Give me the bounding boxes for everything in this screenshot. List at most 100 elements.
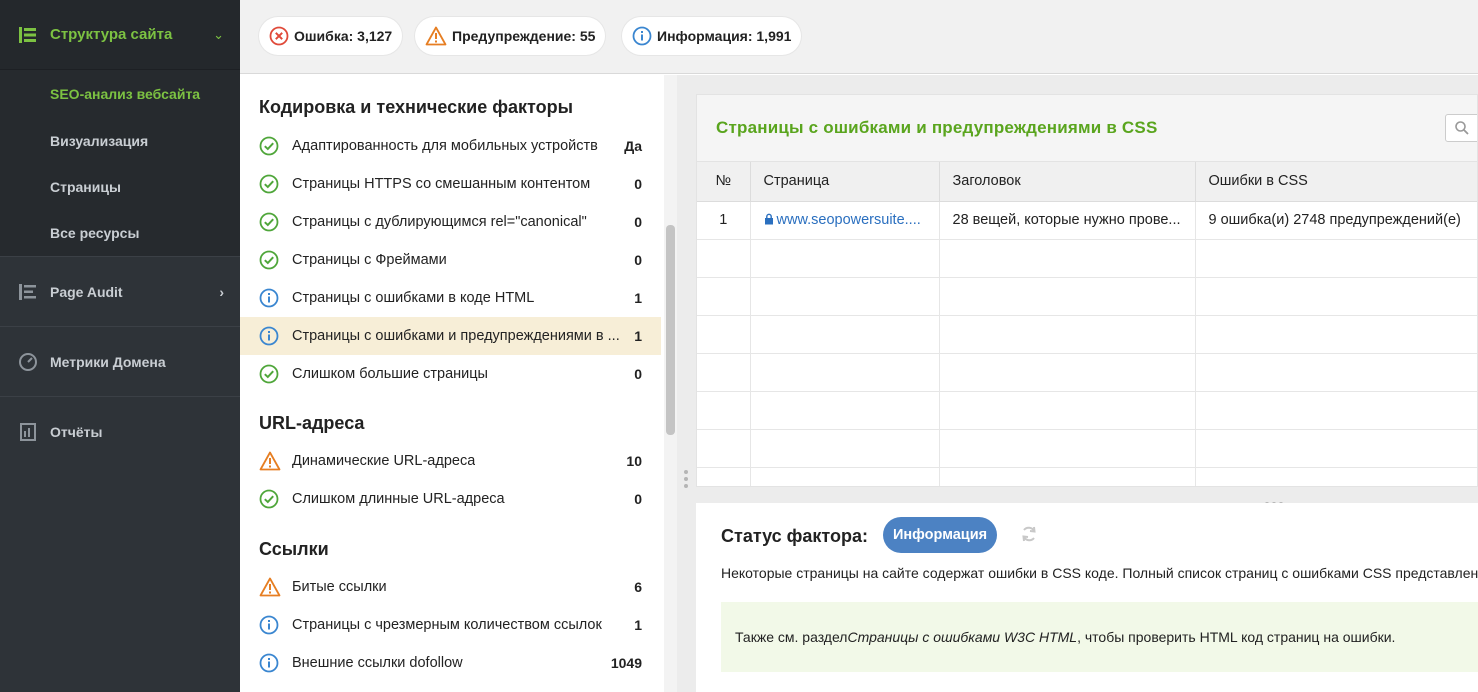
factor-row[interactable]: Внешние ссылки dofollow 1049 [240,644,661,682]
factor-row[interactable]: Динамические URL-адреса 10 [240,442,661,480]
check-circle-icon [259,250,279,273]
sidebar-section-label: Метрики Домена [50,353,166,370]
table-row-empty [697,239,1477,278]
warning-icon [425,26,447,46]
chevron-down-icon[interactable]: ⌄ [213,27,224,43]
factor-row[interactable]: Битые ссылки 6 [240,568,661,606]
table-search-button[interactable] [1445,114,1477,142]
check-circle-icon [259,364,279,387]
drag-handle-icon [684,470,688,491]
factor-name: Страницы с ошибками в коде HTML [292,290,535,306]
factor-count: 10 [626,453,642,469]
summary-bar: Ошибка: 3,127 Предупреждение: 55 Информа… [240,0,1478,74]
factor-row[interactable]: Слишком большие страницы 0 [240,355,661,393]
error-count-filter[interactable]: Ошибка: 3,127 [259,17,403,55]
column-header-css-errors[interactable]: Ошибки в CSS [1195,162,1477,202]
factor-row[interactable]: Страницы с Фреймами 0 [240,241,661,279]
factor-row[interactable]: Страницы с ошибками и предупреждениями в… [240,317,661,355]
factor-name: Динамические URL-адреса [292,453,476,469]
column-header-title[interactable]: Заголовок [939,162,1196,202]
group-title: Ссылки [259,539,329,559]
check-circle-icon [259,136,279,159]
site-structure-icon [18,25,38,45]
factor-detail: Статус фактора: Информация Некоторые стр… [696,503,1478,692]
sidebar-item-pages[interactable]: Страницы [0,164,240,210]
column-header-number[interactable]: № [697,162,751,202]
sidebar-section-label: Page Audit [50,283,123,300]
table-row-empty [697,353,1477,392]
factor-name: Внешние ссылки dofollow [292,655,463,671]
lock-icon [764,213,773,225]
factor-row[interactable]: Страницы HTTPS со смешанным контентом 0 [240,165,661,203]
details-panel: Страницы с ошибками и предупреждениями в… [695,75,1478,692]
chevron-right-icon: › [219,283,224,300]
info-count-filter[interactable]: Информация: 1,991 [622,17,802,55]
factor-row[interactable]: Адаптированность для мобильных устройств… [240,127,661,165]
vertical-splitter[interactable] [677,75,695,692]
table-row-empty [697,277,1477,316]
warning-count-filter[interactable]: Предупреждение: 55 [415,17,606,55]
cell-page-url[interactable]: www.seopowersuite.... [750,201,940,240]
factor-count: 1 [634,290,642,306]
table-header-row: № Страница Заголовок Ошибки в CSS [697,162,1477,202]
factor-row[interactable]: Слишком длинные URL-адреса 0 [240,480,661,518]
refresh-icon[interactable] [1020,525,1038,546]
factor-name: Адаптированность для мобильных устройств [292,138,598,154]
gauge-icon [18,352,38,372]
sidebar-section-label: Структура сайта [50,26,173,43]
page-audit-icon [18,282,38,302]
factor-name: Слишком большие страницы [292,366,488,382]
factor-count: 0 [634,491,642,507]
table-row[interactable]: 1 www.seopowersuite.... 28 вещей, которы… [697,201,1477,240]
group-title: URL-адреса [259,413,365,433]
factor-list: Кодировка и технические факторы Адаптиро… [240,75,677,692]
sidebar-section-site-structure[interactable]: Структура сайта ⌄ [0,0,240,70]
horizontal-splitter[interactable] [695,487,1478,506]
scrollbar-thumb[interactable] [666,225,675,435]
sidebar-submenu: SEO-анализ вебсайта Визуализация Страниц… [0,70,240,256]
sidebar-item-visualization[interactable]: Визуализация [0,118,240,164]
sidebar-section-label: Отчёты [50,423,103,440]
sidebar: Структура сайта ⌄ SEO-анализ вебсайта Ви… [0,0,240,692]
info-count-label: Информация: 1,991 [657,28,792,44]
factor-row[interactable]: Страницы с дублирующимся rel="canonical"… [240,203,661,241]
factor-row[interactable]: Страницы с чрезмерным количеством ссылок… [240,606,661,644]
page-url-text: www.seopowersuite.... [776,212,921,228]
factor-name: Страницы HTTPS со смешанным контентом [292,176,591,192]
factor-name: Страницы с ошибками и предупреждениями в… [292,328,620,344]
sidebar-item-all-resources[interactable]: Все ресурсы [0,210,240,256]
factor-row[interactable]: Страницы с ошибками в коде HTML 1 [240,279,661,317]
cell-number: 1 [697,201,751,240]
sidebar-section-reports[interactable]: Отчёты [0,396,240,466]
factor-count: 0 [634,214,642,230]
factor-count: 1 [634,328,642,344]
factor-name: Слишком длинные URL-адреса [292,491,505,507]
factor-description: Некоторые страницы на сайте содержат оши… [721,565,1478,581]
warning-icon [259,451,281,474]
card-title: Страницы с ошибками и предупреждениями в… [716,118,1158,137]
info-icon [259,288,279,311]
report-icon [18,422,38,442]
info-icon [632,26,652,46]
factor-name: Страницы с дублирующимся rel="canonical" [292,214,587,230]
table-row-empty [697,467,1477,486]
column-header-page[interactable]: Страница [750,162,940,202]
search-icon [1455,121,1469,135]
sidebar-section-domain-metrics[interactable]: Метрики Домена [0,326,240,396]
check-circle-icon [259,212,279,235]
info-icon [259,326,279,349]
note-link[interactable]: Страницы с ошибками W3C HTML [847,629,1077,645]
status-label: Статус фактора: [721,526,869,546]
warning-count-label: Предупреждение: 55 [452,28,596,44]
check-circle-icon [259,489,279,512]
info-icon [259,653,279,676]
status-badge[interactable]: Информация [883,517,998,553]
factor-count: 6 [634,579,642,595]
sidebar-section-page-audit[interactable]: Page Audit › [0,256,240,326]
check-circle-icon [259,174,279,197]
sidebar-item-seo-analysis[interactable]: SEO-анализ вебсайта [0,70,240,118]
pages-table-card: Страницы с ошибками и предупреждениями в… [696,94,1478,487]
factor-count: 0 [634,176,642,192]
factor-name: Страницы с чрезмерным количеством ссылок [292,617,602,633]
group-title: Кодировка и технические факторы [259,97,573,117]
